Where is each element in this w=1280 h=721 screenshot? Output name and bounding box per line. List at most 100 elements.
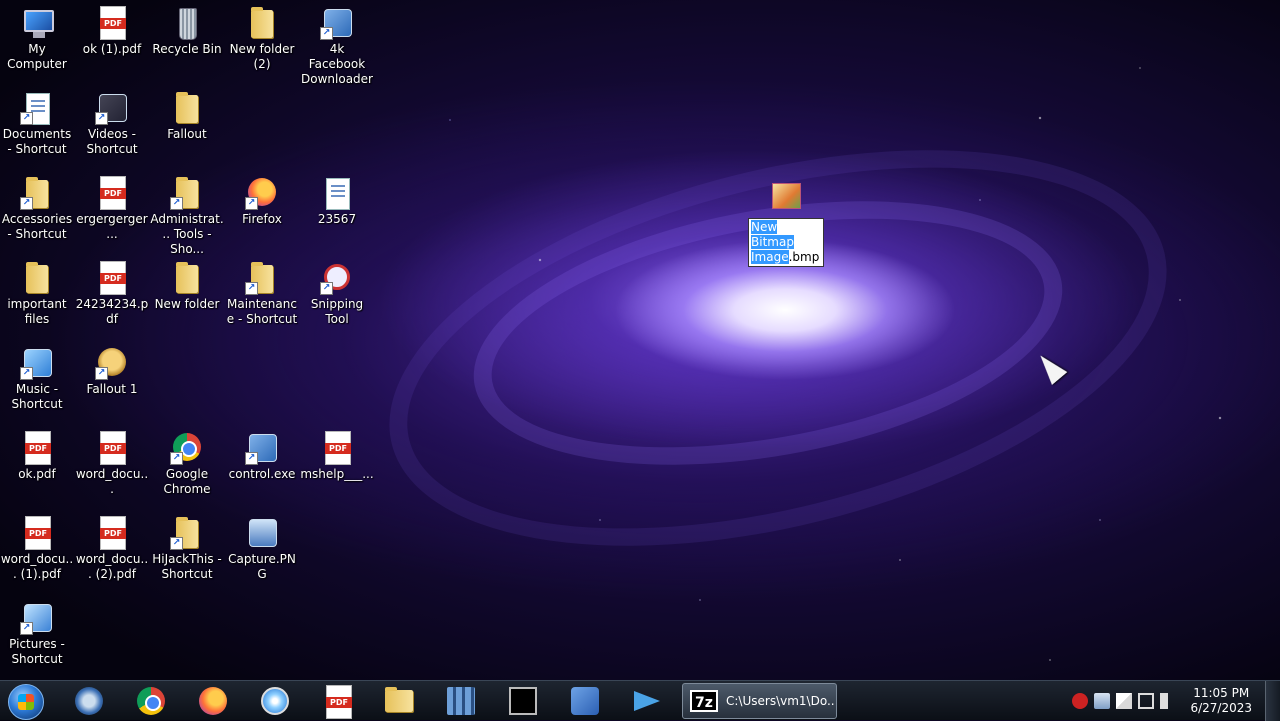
desktop-icon-accessories-shortcut[interactable]: ↗ Accessories - Shortcut bbox=[0, 170, 74, 252]
desktop-icon-control-exe[interactable]: ↗ control.exe bbox=[225, 425, 299, 507]
taskbar: 7z C:\Users\vm1\Do... 11:05 PM 6/27/2023 bbox=[0, 680, 1280, 721]
desktop-icon-ok-pdf[interactable]: ok.pdf bbox=[0, 425, 74, 507]
desktop-icon-word-docu-1[interactable]: word_docu... (1).pdf bbox=[0, 510, 74, 592]
desktop-icon-snipping-tool[interactable]: ↗ Snipping Tool bbox=[300, 255, 374, 337]
desktop-icon-23567[interactable]: 23567 bbox=[300, 170, 374, 252]
desktop-icon-label: Documents - Shortcut bbox=[2, 127, 72, 156]
my-computer-icon bbox=[20, 6, 54, 40]
taskbar-file-explorer[interactable] bbox=[372, 683, 426, 719]
mouse-cursor-icon bbox=[1032, 349, 1068, 385]
desktop-icon-label: Videos - Shortcut bbox=[86, 127, 138, 156]
control-panel-icon: ↗ bbox=[245, 431, 279, 465]
telegram-icon bbox=[634, 691, 660, 711]
taskbar-command-prompt[interactable] bbox=[496, 683, 550, 719]
taskbar-network-settings[interactable] bbox=[62, 683, 116, 719]
display-icon[interactable] bbox=[1138, 693, 1155, 709]
desktop-icon-label: Snipping Tool bbox=[310, 297, 364, 326]
desktop-icon-4k-facebook-downloader[interactable]: ↗ 4k Facebook Downloader bbox=[300, 0, 374, 86]
desktop-icon-fallout-folder[interactable]: Fallout bbox=[150, 85, 224, 167]
folder-shortcut-icon: ↗ bbox=[170, 176, 204, 210]
network-icon[interactable] bbox=[1094, 693, 1111, 709]
desktop-icon-ok-1-pdf[interactable]: ok (1).pdf bbox=[75, 0, 149, 82]
desktop-icon-label: Capture.PNG bbox=[228, 552, 296, 581]
desktop-icon-label: word_docu... (2).pdf bbox=[75, 552, 149, 581]
snipping-tool-icon: ↗ bbox=[320, 261, 354, 295]
desktop-icon-24234234-pdf[interactable]: 24234234.pdf bbox=[75, 255, 149, 337]
start-button[interactable] bbox=[8, 684, 44, 720]
taskbar-server-manager[interactable] bbox=[434, 683, 488, 719]
folder-icon bbox=[20, 261, 54, 295]
desktop-icon-capture-png[interactable]: Capture.PNG bbox=[225, 510, 299, 592]
desktop-icon-documents-shortcut[interactable]: ↗ Documents - Shortcut bbox=[0, 85, 74, 167]
desktop-icon-administrative-tools[interactable]: ↗ Administrat... Tools - Sho... bbox=[150, 170, 224, 256]
desktop-icon-label: Pictures - Shortcut bbox=[9, 637, 65, 666]
clock-date: 6/27/2023 bbox=[1190, 701, 1252, 715]
galaxy-arm bbox=[348, 79, 1208, 617]
desktop-icon-label: Recycle Bin bbox=[152, 42, 222, 56]
taskbar-firefox[interactable] bbox=[186, 683, 240, 719]
desktop-icon-videos-shortcut[interactable]: ↗ Videos - Shortcut bbox=[75, 85, 149, 167]
command-prompt-icon bbox=[509, 687, 537, 715]
taskbar-telegram[interactable] bbox=[620, 683, 674, 719]
firefox-icon: ↗ bbox=[245, 176, 279, 210]
network-settings-icon bbox=[75, 687, 103, 715]
taskbar-chrome[interactable] bbox=[124, 683, 178, 719]
desktop-icon-label: Fallout 1 bbox=[86, 382, 138, 396]
desktop-icon-new-folder-2[interactable]: New folder (2) bbox=[225, 0, 299, 82]
folder-icon bbox=[170, 91, 204, 125]
taskbar-pdf-tool[interactable] bbox=[310, 683, 364, 719]
pdf-file-icon bbox=[95, 6, 129, 40]
security-alert-icon[interactable] bbox=[1072, 693, 1089, 709]
desktop-icon-label: mshelp___... bbox=[300, 467, 374, 481]
desktop-icon-fallout-1[interactable]: ↗ Fallout 1 bbox=[75, 340, 149, 422]
desktop-icon-label: 4k Facebook Downloader bbox=[301, 42, 373, 86]
desktop-icon-new-bitmap-image[interactable]: New Bitmap Image.bmp bbox=[748, 174, 824, 267]
desktop-icon-my-computer[interactable]: My Computer bbox=[0, 0, 74, 82]
desktop-icon-label: My Computer bbox=[7, 42, 67, 71]
desktop-icon-pictures-shortcut[interactable]: ↗ Pictures - Shortcut bbox=[0, 595, 74, 677]
desktop-icon-word-docu-2[interactable]: word_docu... (2).pdf bbox=[75, 510, 149, 592]
file-explorer-icon bbox=[385, 687, 413, 715]
desktop-icon-google-chrome[interactable]: ↗ Google Chrome bbox=[150, 425, 224, 507]
rename-selected-text: New Bitmap Image bbox=[751, 220, 794, 264]
desktop-icon-label: New folder (2) bbox=[229, 42, 295, 71]
desktop-icon-music-shortcut[interactable]: ↗ Music - Shortcut bbox=[0, 340, 74, 422]
pdf-tool-icon bbox=[323, 685, 352, 719]
safari-compass-icon bbox=[261, 687, 289, 715]
desktop-icon-mshelp[interactable]: mshelp___... bbox=[300, 425, 374, 507]
volume-muted-icon[interactable] bbox=[1160, 693, 1177, 709]
rename-input[interactable]: New Bitmap Image.bmp bbox=[748, 218, 824, 267]
system-tray: 11:05 PM 6/27/2023 bbox=[1072, 681, 1252, 721]
folder-shortcut-icon: ↗ bbox=[245, 261, 279, 295]
desktop-icon-ergergerger[interactable]: ergergerger... bbox=[75, 170, 149, 252]
folder-shortcut-icon: ↗ bbox=[170, 516, 204, 550]
pictures-shortcut-icon: ↗ bbox=[20, 601, 54, 635]
pdf-file-icon bbox=[95, 516, 129, 550]
taskbar-safari[interactable] bbox=[248, 683, 302, 719]
facebook-downloader-icon: ↗ bbox=[320, 6, 354, 40]
rename-extension: .bmp bbox=[788, 250, 820, 264]
pdf-file-icon bbox=[95, 431, 129, 465]
show-desktop-button[interactable] bbox=[1265, 681, 1280, 721]
desktop-icon-new-folder[interactable]: New folder bbox=[150, 255, 224, 337]
taskbar-facebook-downloader[interactable] bbox=[558, 683, 612, 719]
taskbar-7zip-window[interactable]: 7z C:\Users\vm1\Do... bbox=[682, 683, 837, 719]
desktop-icon-hijackthis-shortcut[interactable]: ↗ HiJackThis - Shortcut bbox=[150, 510, 224, 592]
desktop-icon-label: important files bbox=[7, 297, 67, 326]
chrome-icon bbox=[137, 687, 165, 715]
pdf-file-icon bbox=[20, 516, 54, 550]
desktop-icon-label: ergergerger... bbox=[76, 212, 148, 241]
action-center-flag-icon[interactable] bbox=[1116, 693, 1133, 709]
clock[interactable]: 11:05 PM 6/27/2023 bbox=[1190, 686, 1252, 716]
document-icon bbox=[320, 176, 354, 210]
desktop-icon-label: word_docu... (1).pdf bbox=[0, 552, 74, 581]
desktop-icon-word-docu[interactable]: word_docu... bbox=[75, 425, 149, 507]
desktop-icon-maintenance-shortcut[interactable]: ↗ Maintenance - Shortcut bbox=[225, 255, 299, 337]
folder-icon bbox=[170, 261, 204, 295]
music-shortcut-icon: ↗ bbox=[20, 346, 54, 380]
desktop-icon-recycle-bin[interactable]: Recycle Bin bbox=[150, 0, 224, 82]
desktop-icon-firefox[interactable]: ↗ Firefox bbox=[225, 170, 299, 252]
bitmap-image-icon bbox=[769, 180, 803, 214]
desktop-icon-important-files[interactable]: important files bbox=[0, 255, 74, 337]
window-title: C:\Users\vm1\Do... bbox=[726, 694, 834, 708]
